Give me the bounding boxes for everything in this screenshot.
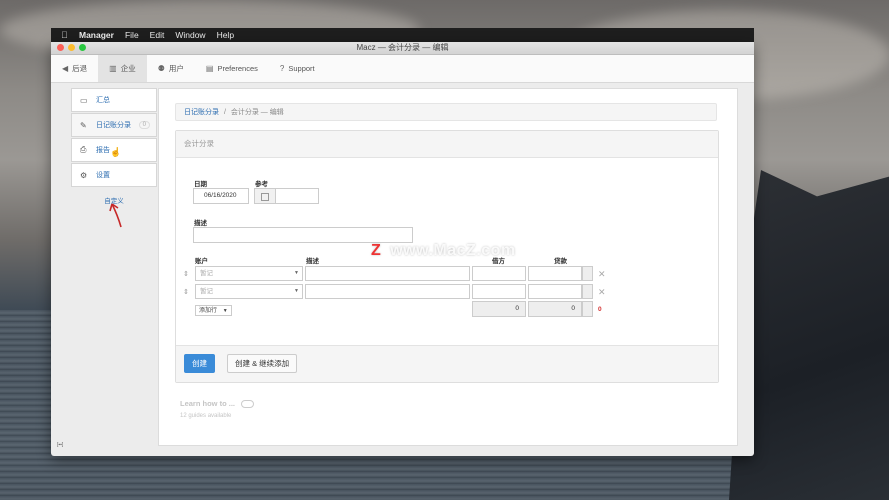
row-addon (582, 266, 593, 281)
credit-input[interactable] (528, 284, 582, 299)
monitor-icon: ▭ (80, 95, 88, 105)
form-footer: 创建 创建 & 继续添加 (176, 345, 718, 382)
breadcrumb-link[interactable]: 日记账分录 (184, 109, 219, 116)
learn-how-to[interactable]: Learn how to ... (180, 399, 255, 409)
users-label: 用户 (168, 64, 184, 73)
watermark-text: www.MacZ.com (390, 242, 516, 259)
drag-handle-icon[interactable]: ⇕ (183, 288, 189, 296)
count-badge: 0 (138, 121, 150, 129)
sidebar-item-label: 报告 (96, 147, 110, 154)
preferences-label: Preferences (217, 64, 258, 73)
window-title: Macz — 会计分录 — 编辑 (356, 43, 449, 52)
watermark: Z www.MacZ.com (371, 242, 516, 260)
guides-count: 12 guides available (180, 413, 232, 419)
help-circle-icon: ? (279, 64, 285, 73)
account-select[interactable]: 暂记 ▼ (195, 284, 303, 299)
column-header-credit: 贷款 (554, 258, 567, 265)
sidebar: ▭ 汇总 ✎ 日记账分录 0 ⎙ 报告 ☝ ⚙ 设置 自定义 (71, 88, 157, 205)
breadcrumb-separator: / (223, 109, 226, 116)
sidebar-item-reports[interactable]: ⎙ 报告 ☝ (71, 138, 157, 162)
window-controls (57, 44, 86, 51)
chevron-down-icon: ▼ (294, 288, 299, 294)
sidebar-item-label: 汇总 (96, 97, 110, 104)
support-label: Support (288, 64, 315, 73)
title-bar: Macz — 会计分录 — 编辑 (51, 42, 754, 55)
close-window-button[interactable] (57, 44, 64, 51)
users-icon: ⚉ (157, 64, 165, 73)
chevron-down-icon: ▼ (294, 270, 299, 276)
menu-bar:  Manager File Edit Window Help (51, 28, 754, 42)
menu-app-name[interactable]: Manager (79, 30, 114, 40)
date-input[interactable]: 06/16/2020 (193, 188, 249, 204)
printer-icon: ⎙ (80, 145, 87, 154)
app-window: Macz — 会计分录 — 编辑 ◀ 后退 ▥ 企业 ⚉ 用户 ▤ Prefer… (51, 42, 754, 456)
add-row-button[interactable]: 添加行 ▼ (195, 305, 232, 316)
column-header-account: 账户 (195, 258, 208, 265)
reference-label: 参考 (255, 181, 268, 188)
annotation-arrow-icon (109, 203, 122, 228)
menu-file[interactable]: File (125, 30, 139, 40)
breadcrumb: 日记账分录 / 会计分录 — 编辑 (175, 103, 717, 121)
preferences-button[interactable]: ▤ Preferences (195, 55, 269, 82)
debit-input[interactable] (472, 266, 526, 281)
row-addon (582, 284, 593, 299)
sidebar-item-journal-entries[interactable]: ✎ 日记账分录 0 (71, 113, 157, 137)
add-row-label: 添加行 (199, 308, 218, 314)
create-button[interactable]: 创建 (184, 354, 215, 373)
resize-handle-icon: [▪▪] (57, 442, 64, 448)
column-header-description: 描述 (306, 258, 319, 265)
row-description-input[interactable] (305, 266, 470, 281)
sidebar-item-summary[interactable]: ▭ 汇总 (71, 88, 157, 112)
date-label: 日期 (194, 181, 207, 188)
description-input[interactable] (193, 227, 413, 243)
total-addon (582, 301, 593, 317)
learn-title: Learn how to ... (180, 399, 236, 408)
toggle-icon[interactable] (241, 400, 255, 409)
menu-window[interactable]: Window (175, 30, 205, 40)
close-icon[interactable]: ✕ (598, 287, 606, 298)
building-icon: ▥ (109, 64, 117, 73)
sidebar-item-settings[interactable]: ⚙ 设置 (71, 163, 157, 187)
back-button[interactable]: ◀ 后退 (51, 55, 98, 82)
main-content: 日记账分录 / 会计分录 — 编辑 会计分录 日期 06/16/2020 参考 … (158, 88, 738, 446)
drag-handle-icon[interactable]: ⇕ (183, 270, 189, 278)
chevron-down-icon: ▼ (222, 308, 228, 314)
minimize-window-button[interactable] (68, 44, 75, 51)
hand-cursor-icon: ☝ (110, 147, 122, 157)
apple-menu-icon[interactable]:  (61, 30, 71, 40)
pen-icon: ✎ (80, 120, 87, 130)
close-icon[interactable]: ✕ (598, 269, 606, 280)
support-button[interactable]: ? Support (269, 55, 326, 82)
account-select-placeholder: 暂记 (200, 270, 213, 277)
debit-total: 0 (472, 301, 526, 317)
gear-icon: ⚙ (80, 170, 88, 180)
back-arrow-icon: ◀ (62, 64, 69, 73)
preferences-icon: ▤ (205, 64, 214, 73)
breadcrumb-current: 会计分录 — 编辑 (230, 109, 284, 116)
company-button[interactable]: ▥ 企业 (98, 55, 147, 82)
menu-help[interactable]: Help (217, 30, 234, 40)
watermark-logo: Z (371, 242, 382, 259)
create-and-continue-button[interactable]: 创建 & 继续添加 (227, 354, 298, 373)
row-description-input[interactable] (305, 284, 470, 299)
back-label: 后退 (72, 64, 88, 73)
checkbox-icon (261, 193, 269, 201)
credit-input[interactable] (528, 266, 582, 281)
account-select-placeholder: 暂记 (200, 288, 213, 295)
reference-input[interactable] (275, 188, 319, 204)
debit-input[interactable] (472, 284, 526, 299)
description-label: 描述 (194, 220, 207, 227)
company-label: 企业 (120, 64, 136, 73)
credit-total: 0 (528, 301, 582, 317)
difference-value: 0 (598, 306, 602, 313)
reference-checkbox-addon[interactable] (254, 188, 276, 204)
menu-edit[interactable]: Edit (150, 30, 165, 40)
sidebar-item-label: 日记账分录 (96, 122, 131, 129)
sidebar-item-label: 设置 (96, 172, 110, 179)
users-button[interactable]: ⚉ 用户 (147, 55, 195, 82)
account-select[interactable]: 暂记 ▼ (195, 266, 303, 281)
zoom-window-button[interactable] (79, 44, 86, 51)
toolbar: ◀ 后退 ▥ 企业 ⚉ 用户 ▤ Preferences ? Support (51, 55, 754, 83)
panel-title: 会计分录 (176, 131, 718, 158)
